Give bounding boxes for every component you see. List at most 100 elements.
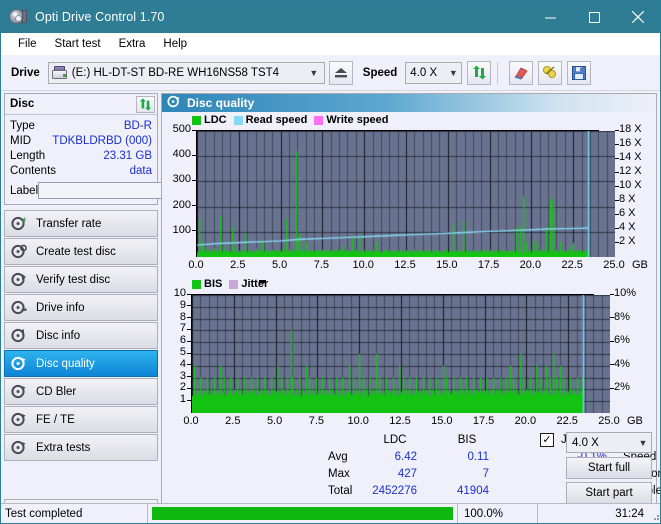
menu-item-file[interactable]: File bbox=[9, 36, 46, 52]
sidebar-item-label: Transfer rate bbox=[36, 218, 101, 230]
y-tick-mark bbox=[187, 305, 191, 306]
y-tick-mark bbox=[192, 130, 196, 131]
legend-item-ldc: LDC bbox=[192, 114, 227, 126]
stats-col-ldc: LDC bbox=[373, 434, 417, 446]
x-tick: 12.5 bbox=[383, 415, 417, 427]
disc-verify-icon bbox=[11, 272, 29, 288]
y-tick-right: 18 X bbox=[619, 123, 642, 135]
x-tick: 25.0 bbox=[592, 415, 626, 427]
disc-speed-icon bbox=[11, 216, 29, 232]
legend-label: Read speed bbox=[246, 114, 308, 126]
disc-row-type-key: Type bbox=[10, 120, 35, 132]
disc-label-key: Label bbox=[10, 185, 38, 197]
sidebar-item-label: Disc quality bbox=[36, 358, 95, 370]
x-tick: 0.0 bbox=[179, 259, 213, 271]
disc-refresh-button[interactable] bbox=[136, 96, 155, 113]
bookmark-button[interactable] bbox=[538, 61, 562, 85]
sidebar-item-disc-info[interactable]: Disc info bbox=[4, 322, 158, 349]
stats-col-bis: BIS bbox=[445, 434, 489, 446]
x-tick: 10.0 bbox=[341, 415, 375, 427]
speed-select[interactable]: 4.0 X ▼ bbox=[405, 62, 462, 84]
disc-info-icon bbox=[11, 328, 29, 344]
start-full-button[interactable]: Start full bbox=[566, 457, 652, 479]
y-tick-mark bbox=[187, 294, 191, 295]
sidebar-item-fe-te[interactable]: FE / TE bbox=[4, 406, 158, 433]
x-tick: 0.0 bbox=[174, 415, 208, 427]
disc-panel: Disc Type BD-R MID TDKB bbox=[4, 93, 158, 205]
refresh-button[interactable] bbox=[467, 61, 491, 85]
disc-info-rows: Type BD-R MID TDKBLDRBD (000) Length 23.… bbox=[5, 115, 157, 204]
y2-tick-mark bbox=[610, 364, 614, 365]
x-tick: 20.0 bbox=[513, 259, 547, 271]
resize-grip-icon[interactable] bbox=[650, 511, 660, 521]
y2-tick-mark bbox=[610, 388, 614, 389]
menu-item-start-test[interactable]: Start test bbox=[46, 36, 110, 52]
sidebar-item-create-test-disc[interactable]: Create test disc bbox=[4, 238, 158, 265]
progress-bar bbox=[147, 504, 457, 524]
y2-tick-mark bbox=[615, 242, 619, 243]
bis-plot-area bbox=[191, 294, 594, 413]
save-button[interactable] bbox=[567, 61, 591, 85]
y-tick-left: 1 bbox=[166, 393, 186, 405]
y-tick-right: 6% bbox=[614, 334, 630, 346]
disc-row-mid-value: TDKBLDRBD (000) bbox=[52, 135, 152, 147]
y-tick-left: 6 bbox=[166, 334, 186, 346]
sidebar-item-drive-info[interactable]: Drive info bbox=[4, 294, 158, 321]
disc-quality-icon bbox=[11, 356, 29, 372]
close-icon[interactable] bbox=[616, 1, 660, 33]
x-tick: 15.0 bbox=[430, 259, 464, 271]
y-tick-right: 2% bbox=[614, 381, 630, 393]
y-tick-mark bbox=[192, 180, 196, 181]
legend-swatch-icon bbox=[192, 116, 201, 125]
title-bar: Opti Drive Control 1.70 bbox=[1, 1, 660, 33]
sidebar-item-verify-test-disc[interactable]: Verify test disc bbox=[4, 266, 158, 293]
start-part-button[interactable]: Start part bbox=[566, 482, 652, 504]
drive-select[interactable]: (E:) HL-DT-ST BD-RE WH16NS58 TST4 ▼ bbox=[48, 62, 325, 84]
y-tick-left: 10 bbox=[166, 287, 186, 299]
sidebar-item-disc-quality[interactable]: Disc quality bbox=[4, 350, 158, 377]
menu-item-extra[interactable]: Extra bbox=[110, 36, 155, 52]
test-speed-select[interactable]: 4.0 X ▼ bbox=[566, 432, 652, 453]
disc-panel-header: Disc bbox=[5, 94, 157, 115]
x-tick: 12.5 bbox=[388, 259, 422, 271]
y2-tick-mark bbox=[615, 228, 619, 229]
x-tick: 22.5 bbox=[555, 259, 589, 271]
jitter-scale-marker bbox=[259, 280, 266, 283]
window-controls bbox=[528, 1, 660, 33]
legend-label: Write speed bbox=[326, 114, 388, 126]
ldc-plot-area bbox=[196, 130, 599, 257]
disc-row-contents-value: data bbox=[130, 165, 152, 177]
stats-avg-ldc: 6.42 bbox=[367, 451, 417, 463]
stats-max-ldc: 427 bbox=[367, 468, 417, 480]
disc-quality-icon bbox=[167, 95, 181, 111]
jitter-checkbox[interactable]: ✓ bbox=[540, 433, 554, 447]
legend-label: LDC bbox=[204, 114, 227, 126]
app-window: Opti Drive Control 1.70 File Start test … bbox=[0, 0, 661, 524]
main-body: Disc Type BD-R MID TDKB bbox=[1, 91, 660, 523]
y-tick-left: 8 bbox=[166, 311, 186, 323]
y-tick-right: 10% bbox=[614, 287, 636, 299]
speed-label: Speed bbox=[363, 67, 398, 79]
sidebar-item-transfer-rate[interactable]: Transfer rate bbox=[4, 210, 158, 237]
stats-row-total-label: Total bbox=[328, 485, 352, 497]
sidebar-item-cd-bler[interactable]: CD Bler bbox=[4, 378, 158, 405]
y2-tick-mark bbox=[610, 294, 614, 295]
main-panel: Disc quality LDCRead speedWrite speed 10… bbox=[161, 93, 657, 523]
erase-button[interactable] bbox=[509, 61, 533, 85]
disc-row-length-value: 23.31 GB bbox=[103, 150, 152, 162]
legend-swatch-icon bbox=[192, 280, 201, 289]
sidebar-item-extra-tests[interactable]: Extra tests bbox=[4, 434, 158, 461]
main-panel-header: Disc quality bbox=[162, 94, 656, 112]
y-tick-mark bbox=[192, 205, 196, 206]
eject-button[interactable] bbox=[329, 61, 353, 85]
charts-container: LDCRead speedWrite speed 100200300400500… bbox=[162, 112, 656, 430]
elapsed-time: 31:24 bbox=[537, 504, 661, 524]
maximize-icon[interactable] bbox=[572, 1, 616, 33]
status-bar: Test completed 100.0% 31:24 bbox=[1, 503, 661, 523]
legend-item-read-speed: Read speed bbox=[234, 114, 308, 126]
y-tick-right: 16 X bbox=[619, 137, 642, 149]
y-tick-mark bbox=[187, 400, 191, 401]
minimize-icon[interactable] bbox=[528, 1, 572, 33]
menu-item-help[interactable]: Help bbox=[154, 36, 196, 52]
disc-quality-ldc-chart: LDCRead speedWrite speed 100200300400500… bbox=[166, 114, 652, 274]
